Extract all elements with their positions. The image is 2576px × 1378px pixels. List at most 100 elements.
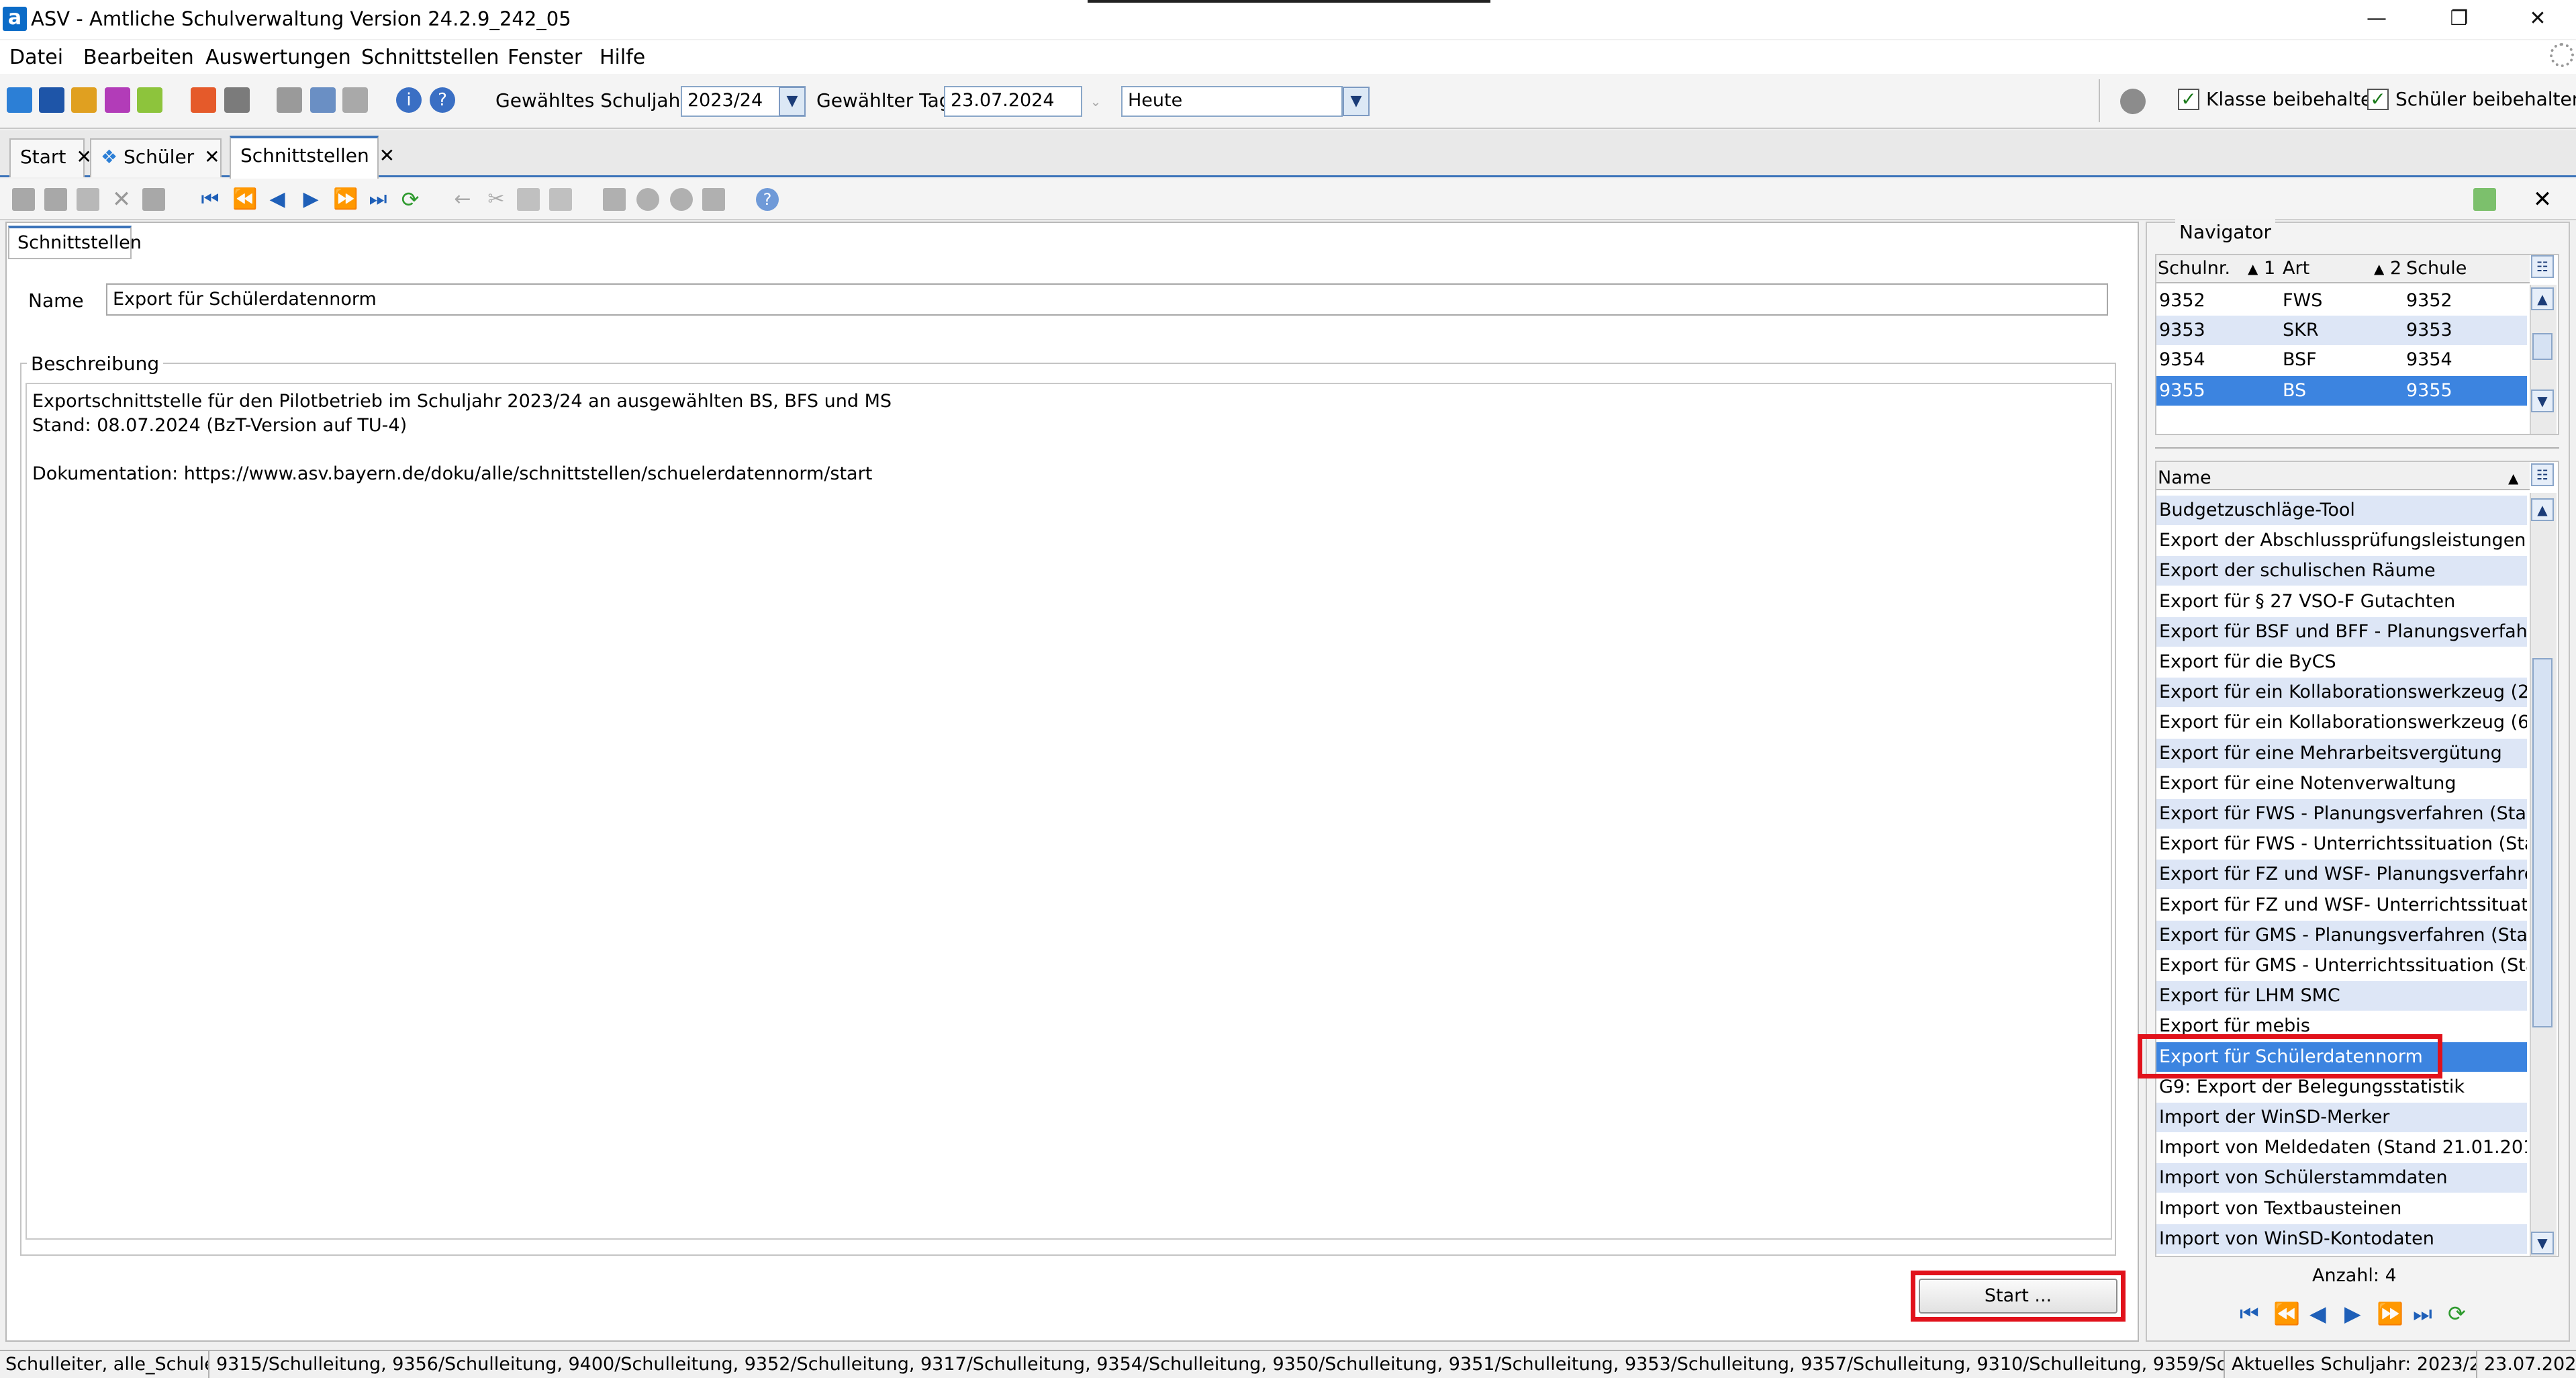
- col-art[interactable]: Art: [2283, 254, 2309, 283]
- restore-button[interactable]: ❐: [2422, 0, 2496, 39]
- cut-icon[interactable]: ✂: [485, 188, 508, 211]
- previous-record-icon[interactable]: ◀: [266, 188, 289, 211]
- paste-icon[interactable]: [549, 188, 572, 211]
- beschreibung-textarea[interactable]: Exportschnittstelle für den Pilotbetrieb…: [26, 383, 2112, 1240]
- tag-input[interactable]: 23.07.2024: [944, 86, 1082, 117]
- refresh-icon[interactable]: ⟳: [399, 188, 422, 211]
- bulb-icon[interactable]: [670, 188, 693, 211]
- notes-icon[interactable]: [137, 87, 162, 113]
- first-record-icon[interactable]: ⏮: [199, 188, 222, 211]
- list-item[interactable]: Export für FWS - Unterrichtssituation (S…: [2156, 829, 2527, 859]
- list-item[interactable]: Import von WinSD-Kontodaten: [2156, 1224, 2527, 1254]
- menu-datei[interactable]: Datei: [9, 44, 63, 71]
- list-item[interactable]: Import von Textbausteinen: [2156, 1194, 2527, 1224]
- list-item[interactable]: Export für LHM SMC: [2156, 981, 2527, 1011]
- klasse-checkbox[interactable]: ✓: [2178, 89, 2199, 110]
- previous-page-icon[interactable]: ⏪: [232, 188, 257, 211]
- scroll-thumb[interactable]: [2532, 333, 2553, 360]
- heute-select[interactable]: Heute: [1121, 86, 1343, 117]
- book-icon[interactable]: [191, 87, 216, 113]
- menu-hilfe[interactable]: Hilfe: [600, 44, 645, 71]
- export-icon[interactable]: [2473, 188, 2496, 211]
- list-item[interactable]: Export für ein Kollaborationswerkzeug (6…: [2156, 708, 2527, 737]
- tab-schnittstellen[interactable]: Schnittstellen ✕: [230, 136, 395, 179]
- menu-fenster[interactable]: Fenster: [508, 44, 582, 71]
- list-item[interactable]: Export der schulischen Räume: [2156, 556, 2527, 586]
- user-icon[interactable]: [2120, 89, 2146, 114]
- pin-icon[interactable]: [702, 188, 725, 211]
- list-item[interactable]: Export für GMS - Planungsverfahren (Stan…: [2156, 920, 2527, 950]
- refresh-icon[interactable]: ⟳: [2448, 1300, 2466, 1327]
- scroll-thumb[interactable]: [2532, 658, 2553, 1027]
- close-window-button[interactable]: ✕: [2501, 0, 2575, 39]
- list-item[interactable]: Export für BSF und BFF - Planungsverfahr…: [2156, 616, 2527, 647]
- print-icon[interactable]: [224, 87, 250, 113]
- tab-schueler[interactable]: ❖ Schüler ✕: [90, 138, 222, 177]
- window-icon[interactable]: [310, 87, 336, 113]
- list-item[interactable]: Export für eine Notenverwaltung: [2156, 769, 2527, 798]
- preview-icon[interactable]: [636, 188, 659, 211]
- school-row-selected[interactable]: 9355 BS 9355: [2156, 376, 2527, 406]
- list-item[interactable]: Export für ein Kollaborationswerkzeug (2…: [2156, 678, 2527, 708]
- list-item[interactable]: Export für eine Mehrarbeitsvergütung: [2156, 738, 2527, 768]
- next-record-icon[interactable]: ▶: [2344, 1300, 2361, 1327]
- document-icon[interactable]: [142, 188, 165, 211]
- scroll-down-icon[interactable]: ▼: [2531, 1232, 2554, 1254]
- splitter[interactable]: [2155, 447, 2559, 449]
- menu-bearbeiten[interactable]: Bearbeiten: [83, 44, 194, 71]
- heute-chevron-icon[interactable]: ▼: [1343, 87, 1370, 116]
- list-item[interactable]: Export für FWS - Planungsverfahren (Stan…: [2156, 799, 2527, 829]
- next-page-icon[interactable]: ⏩: [333, 188, 358, 211]
- chevron-down-icon[interactable]: ▼: [779, 87, 806, 116]
- col-schulnr[interactable]: Schulnr.: [2158, 254, 2230, 283]
- next-page-icon[interactable]: ⏩: [2377, 1300, 2403, 1327]
- save-icon[interactable]: [44, 188, 67, 211]
- column-chooser-icon[interactable]: ☷: [2531, 255, 2554, 278]
- help-icon[interactable]: ?: [430, 87, 455, 113]
- list-item[interactable]: Export für GMS - Unterrichtssituation (S…: [2156, 951, 2527, 980]
- menu-schnittstellen[interactable]: Schnittstellen: [361, 44, 499, 71]
- scroll-down-icon[interactable]: ▼: [2531, 389, 2554, 412]
- previous-page-icon[interactable]: ⏪: [2273, 1300, 2300, 1327]
- list-item[interactable]: Export für die ByCS: [2156, 647, 2527, 677]
- help-icon[interactable]: ?: [756, 188, 779, 211]
- list-item[interactable]: Export für FZ und WSF- Unterrichtssituat…: [2156, 890, 2527, 920]
- close-tab-icon[interactable]: ✕: [204, 146, 220, 168]
- menu-auswertungen[interactable]: Auswertungen: [205, 44, 351, 71]
- col-name[interactable]: Name: [2158, 463, 2211, 493]
- delete-icon[interactable]: ✕: [110, 188, 133, 211]
- subtab-schnittstellen[interactable]: Schnittstellen: [8, 226, 142, 259]
- list-item[interactable]: Export der Abschlussprüfungsleistungen (…: [2156, 526, 2527, 555]
- previous-record-icon[interactable]: ◀: [2309, 1300, 2326, 1327]
- classes-icon[interactable]: [39, 87, 64, 113]
- first-record-icon[interactable]: ⏮: [2240, 1300, 2259, 1327]
- start-button[interactable]: Start ...: [1919, 1279, 2117, 1314]
- list-item[interactable]: Import von Meldedaten (Stand 21.01.2019): [2156, 1133, 2527, 1162]
- close-panel-icon[interactable]: ✕: [2531, 188, 2554, 211]
- new-record-icon[interactable]: [12, 188, 35, 211]
- messages-icon[interactable]: [105, 87, 130, 113]
- list-item[interactable]: Export für § 27 VSO-F Gutachten: [2156, 587, 2527, 616]
- next-record-icon[interactable]: ▶: [299, 188, 322, 211]
- list-item[interactable]: Export für FZ und WSF- Planungsverfahren…: [2156, 860, 2527, 890]
- scroll-up-icon[interactable]: ▲: [2531, 287, 2554, 310]
- close-tab-icon[interactable]: ✕: [379, 144, 395, 167]
- date-chevron-icon[interactable]: ⌄: [1084, 87, 1108, 116]
- students-icon[interactable]: [7, 87, 32, 113]
- school-row[interactable]: 9354 BSF 9354: [2156, 345, 2527, 375]
- column-chooser-icon[interactable]: ☷: [2531, 463, 2554, 486]
- undo-icon[interactable]: [77, 188, 99, 211]
- minimize-button[interactable]: —: [2340, 0, 2414, 39]
- lightning-icon[interactable]: [342, 87, 368, 113]
- school-row[interactable]: 9353 SKR 9353: [2156, 316, 2527, 345]
- copy-icon[interactable]: [517, 188, 540, 211]
- schueler-checkbox[interactable]: ✓: [2367, 89, 2389, 110]
- list-item[interactable]: Budgetzuschläge-Tool: [2156, 496, 2527, 525]
- scroll-up-icon[interactable]: ▲: [2531, 498, 2554, 521]
- last-record-icon[interactable]: ⏭: [2413, 1300, 2432, 1327]
- list-item[interactable]: Import von Schülerstammdaten: [2156, 1163, 2527, 1193]
- list-item[interactable]: Import der WinSD-Merker: [2156, 1103, 2527, 1132]
- col-schule[interactable]: Schule: [2406, 254, 2467, 283]
- info-icon[interactable]: i: [396, 87, 422, 113]
- copy-window-icon[interactable]: [277, 87, 302, 113]
